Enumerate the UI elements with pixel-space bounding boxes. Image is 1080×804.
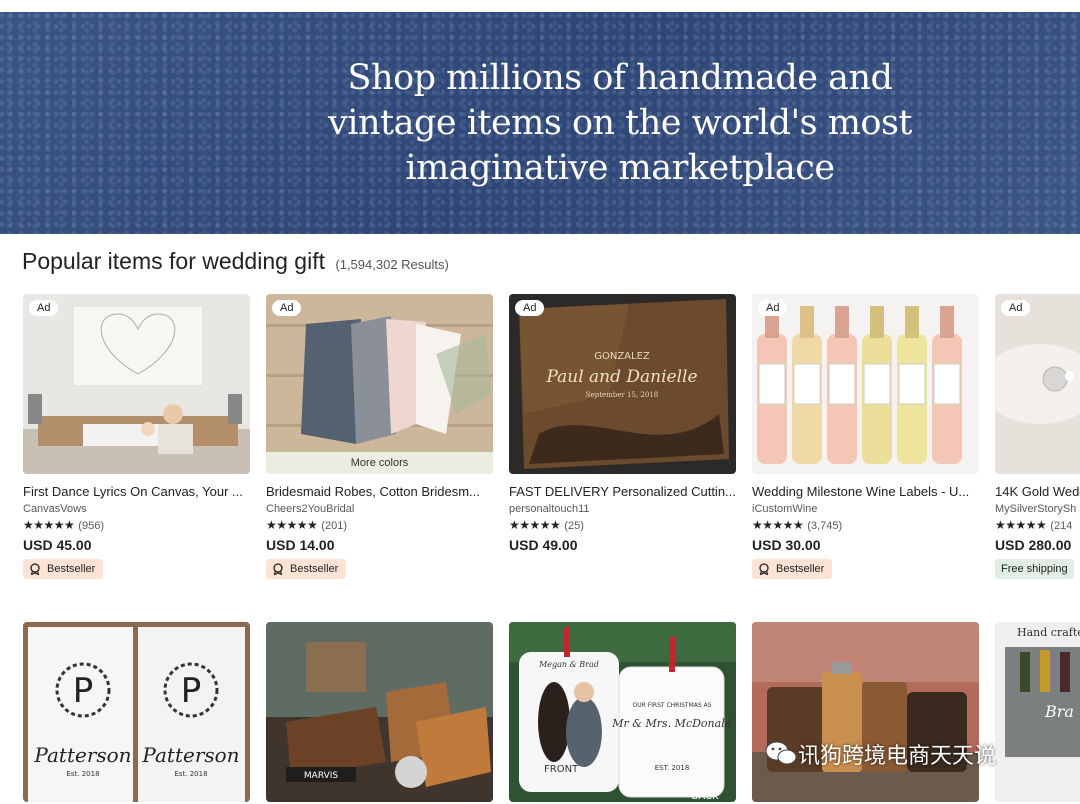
listing-title[interactable]: First Dance Lyrics On Canvas, Your ... — [23, 484, 250, 499]
shop-name[interactable]: Cheers2YouBridal — [266, 503, 493, 515]
listing-card[interactable]: Ad More colors Bridesmaid Robes, Cotton … — [266, 294, 493, 580]
ad-label: Ad — [1001, 300, 1031, 316]
listing-image[interactable]: Hand crafte Bra — [995, 622, 1080, 802]
listing-price: USD 45.00 — [23, 537, 92, 553]
stars: ★★★★★ — [995, 518, 1047, 532]
listing-card[interactable]: Hand crafte Bra — [995, 622, 1080, 802]
hero-banner: Shop millions of handmade and vintage it… — [0, 12, 1080, 234]
shop-name[interactable]: CanvasVows — [23, 503, 250, 515]
listing-image[interactable]: MARVIS — [266, 622, 493, 802]
listing-title[interactable]: Wedding Milestone Wine Labels - U... — [752, 484, 979, 499]
section-title: Popular items for wedding gift — [22, 248, 325, 274]
medal-icon — [273, 563, 283, 575]
listing-image[interactable]: Ad More colors — [266, 294, 493, 474]
listing-price: USD 30.00 — [752, 537, 821, 553]
star-rating: ★★★★★ (25) — [509, 518, 736, 532]
ornament-heading: OUR FIRST CHRISTMAS AS — [633, 702, 712, 709]
shop-name[interactable]: MySilverStorySh — [995, 503, 1080, 515]
listing-card[interactable] — [752, 622, 979, 802]
ornament-front: FRONT — [544, 764, 579, 775]
board-name: GONZALEZ — [594, 351, 650, 362]
towel-initial: P — [73, 671, 94, 711]
review-count: (3,745) — [807, 520, 843, 532]
ornament-couple: Mr & Mrs. McDonald — [611, 717, 732, 730]
listing-card[interactable]: GONZALEZ Paul and Danielle September 15,… — [509, 294, 736, 553]
star-rating: ★★★★★ (214 — [995, 518, 1080, 532]
listing-price: USD 280.00 — [995, 537, 1072, 553]
ad-label: Ad — [515, 300, 545, 316]
towel-name: Patterson — [141, 743, 239, 767]
results-count: (1,594,302 Results) — [335, 257, 449, 272]
free-shipping-badge: Free shipping — [995, 559, 1074, 579]
toothpaste-brand: MARVIS — [304, 771, 338, 781]
hero-tagline: Shop millions of handmade and vintage it… — [328, 58, 912, 188]
stars: ★★★★★ — [266, 518, 318, 532]
listing-image[interactable]: Ad — [752, 294, 979, 474]
section-heading: Popular items for wedding gift (1,594,30… — [22, 248, 449, 275]
watermark: 讯狗跨境电商天天说 — [764, 738, 996, 770]
star-rating: ★★★★★ (3,745) — [752, 518, 979, 532]
listing-card[interactable]: Megan & Brad FRONT OUR FIRST CHRISTMAS A… — [509, 622, 736, 802]
listing-card[interactable]: MARVIS — [266, 622, 493, 802]
medal-icon — [759, 563, 769, 575]
listing-image[interactable]: GONZALEZ Paul and Danielle September 15,… — [509, 294, 736, 474]
shop-name[interactable]: personaltouch11 — [509, 503, 736, 515]
towel-est: Est. 2018 — [66, 770, 99, 778]
watermark-text: 讯狗跨境电商天天说 — [798, 743, 997, 768]
listing-card[interactable]: Ad First Dance Lyrics On Canvas, Your ..… — [23, 294, 250, 580]
towel-est: Est. 2018 — [174, 770, 207, 778]
towel-initial: P — [181, 671, 202, 711]
listing-title[interactable]: 14K Gold Wedd... — [995, 484, 1080, 499]
bestseller-badge: Bestseller — [266, 559, 347, 579]
review-count: (25) — [564, 520, 584, 532]
listing-card[interactable]: P P Patterson Patterson Est. 2018 Est. 2… — [23, 622, 250, 802]
board-date: September 15, 2018 — [586, 391, 658, 399]
bestseller-badge: Bestseller — [752, 559, 833, 579]
badge-label: Bestseller — [290, 563, 339, 575]
ad-label: Ad — [272, 300, 302, 316]
badge-label: Bestseller — [776, 563, 825, 575]
star-rating: ★★★★★ (956) — [23, 518, 250, 532]
ad-label: Ad — [29, 300, 59, 316]
stars: ★★★★★ — [752, 518, 804, 532]
listing-card[interactable]: Ad Wedding Milestone Wine Labels - U... … — [752, 294, 979, 580]
listing-title[interactable]: FAST DELIVERY Personalized Cuttin... — [509, 484, 736, 499]
ad-label: Ad — [758, 300, 788, 316]
bestseller-badge: Bestseller — [23, 559, 104, 579]
listing-price: USD 14.00 — [266, 537, 335, 553]
listing-image[interactable]: Megan & Brad FRONT OUR FIRST CHRISTMAS A… — [509, 622, 736, 802]
star-rating: ★★★★★ (201) — [266, 518, 493, 532]
listing-title[interactable]: Bridesmaid Robes, Cotton Bridesm... — [266, 484, 493, 499]
shop-name[interactable]: iCustomWine — [752, 503, 979, 515]
more-colors-label[interactable]: More colors — [266, 452, 493, 474]
rack-caption: Hand crafte — [1017, 626, 1080, 639]
ornament-back: BACK — [691, 791, 719, 802]
listing-image[interactable] — [752, 622, 979, 802]
stars: ★★★★★ — [23, 518, 75, 532]
listing-image[interactable]: P P Patterson Patterson Est. 2018 Est. 2… — [23, 622, 250, 802]
listing-price: USD 49.00 — [509, 537, 578, 553]
review-count: (201) — [321, 520, 347, 532]
review-count: (214 — [1050, 520, 1073, 532]
board-couple: Paul and Danielle — [545, 367, 697, 387]
review-count: (956) — [78, 520, 104, 532]
ornament-names: Megan & Brad — [538, 660, 599, 669]
listing-card[interactable]: Ad 14K Gold Wedd... MySilverStorySh ★★★★… — [995, 294, 1080, 579]
listing-image[interactable]: Ad — [23, 294, 250, 474]
ornament-est: EST. 2018 — [655, 764, 690, 772]
listing-image[interactable]: Ad — [995, 294, 1080, 474]
rack-label: Bra — [1044, 702, 1074, 721]
medal-icon — [30, 563, 40, 575]
wechat-icon — [765, 741, 797, 765]
stars: ★★★★★ — [509, 518, 561, 532]
towel-name: Patterson — [33, 743, 131, 767]
badge-label: Bestseller — [47, 563, 96, 575]
